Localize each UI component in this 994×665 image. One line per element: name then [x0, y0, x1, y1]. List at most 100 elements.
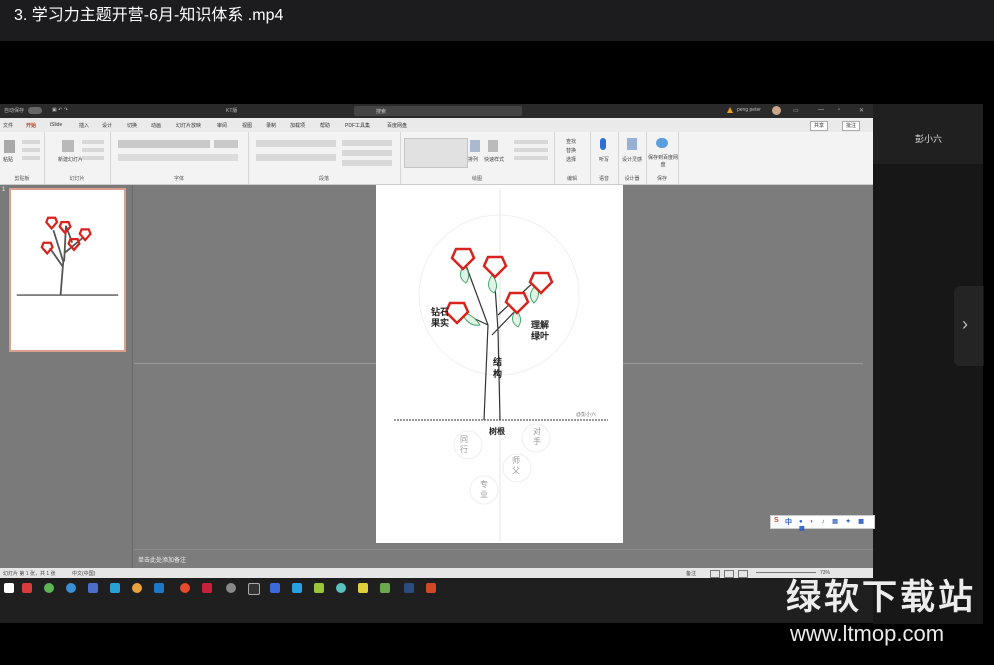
slide-thumbnail-pane: 1 [0, 185, 133, 623]
label-root: 树根 [489, 427, 505, 436]
font-size-box[interactable] [214, 140, 238, 148]
status-bar: 幻灯片 第 1 张，共 1 张 中文(中国) 备注 73% [0, 568, 873, 578]
status-notes-button[interactable]: 备注 [686, 570, 696, 577]
status-slide-count: 幻灯片 第 1 张，共 1 张 [3, 571, 56, 577]
wechat-icon[interactable] [44, 583, 54, 593]
app-icon[interactable] [336, 583, 346, 593]
group-save: 保存到百度网盘 保存 [646, 132, 679, 184]
next-arrow-button[interactable]: › [954, 286, 984, 366]
document-title: KT版 [226, 108, 238, 114]
watermark-brand: 绿软下载站 [786, 578, 977, 617]
ime-toolbar[interactable]: S 中 ● ◐ ♪ ▤ ✦ ▦ ▦ [770, 515, 875, 532]
tab-home[interactable]: 开始 [26, 122, 36, 129]
new-slide-icon[interactable] [62, 140, 74, 152]
share-button[interactable]: 共享 [810, 121, 829, 131]
app-icon[interactable] [202, 583, 212, 593]
tab-transitions[interactable]: 切换 [127, 122, 137, 129]
edge-icon[interactable] [154, 583, 164, 593]
label-structure: 结构 [493, 357, 503, 379]
app-icon[interactable] [110, 583, 120, 593]
app-icon[interactable] [314, 583, 324, 593]
normal-view-icon[interactable] [710, 570, 720, 578]
app-icon[interactable] [380, 583, 390, 593]
maximize-icon[interactable]: ▫ [838, 107, 840, 113]
reading-view-icon[interactable] [738, 570, 748, 578]
tab-islide[interactable]: iSlide [50, 122, 62, 128]
browser-icon[interactable] [66, 583, 76, 593]
slide-canvas[interactable]: 钻石果实 理解绿叶 结构 树根 同行 对手 师父 专业 @彭小六 [376, 185, 623, 543]
autosave-toggle[interactable] [28, 107, 42, 114]
tab-insert[interactable]: 插入 [79, 122, 89, 129]
group-clipboard: 粘贴 剪贴板 [0, 132, 45, 184]
ime-logo: S [774, 517, 779, 524]
signature: @彭小六 [576, 412, 597, 418]
design-ideas-label: 设计灵感 [622, 157, 643, 163]
baidu-cloud-icon[interactable] [656, 138, 668, 148]
ribbon-tabs: 文件 开始 iSlide 插入 设计 切换 动画 幻灯片放映 审阅 视图 录制 … [0, 118, 873, 132]
ime-icons: ● ◐ ♪ ▤ ✦ ▦ ▦ [799, 519, 867, 532]
minimize-icon[interactable]: — [818, 107, 824, 113]
tab-file[interactable]: 文件 [3, 122, 13, 129]
tab-animations[interactable]: 动画 [151, 122, 161, 129]
search-box[interactable]: 搜索 [354, 106, 522, 116]
app-icon[interactable] [88, 583, 98, 593]
chevron-right-icon: › [962, 314, 968, 334]
tab-pdf-tools[interactable]: PDF工具集 [345, 122, 370, 129]
app-icon[interactable] [22, 583, 32, 593]
designer-icon[interactable] [627, 138, 637, 150]
select-label[interactable]: 选择 [566, 156, 576, 163]
group-designer: 设计灵感 设计器 [618, 132, 647, 184]
find-label[interactable]: 查找 [566, 138, 576, 145]
tab-record[interactable]: 录制 [266, 122, 276, 129]
tab-design[interactable]: 设计 [102, 122, 112, 129]
dictate-label: 听写 [599, 157, 610, 163]
arrange-icon[interactable] [470, 140, 480, 152]
video-title-bar: 3. 学习力主题开营-6月-知识体系 .mp4 [0, 0, 994, 41]
comment-button[interactable]: 批注 [842, 121, 861, 131]
app-icon[interactable] [270, 583, 280, 593]
label-peer: 同行 [460, 435, 468, 454]
quick-styles-icon[interactable] [488, 140, 498, 152]
app-icon[interactable] [404, 583, 414, 593]
tab-slideshow[interactable]: 幻灯片放映 [176, 122, 201, 129]
shapes-gallery[interactable] [404, 138, 468, 168]
arrange-label: 排列 [468, 157, 479, 163]
powerpoint-icon[interactable] [426, 583, 436, 593]
tab-help[interactable]: 帮助 [320, 122, 330, 129]
search-placeholder: 搜索 [376, 109, 387, 115]
chrome-icon[interactable] [180, 583, 190, 593]
tab-addins[interactable]: 加载项 [290, 122, 305, 129]
save-icon[interactable]: ▣ ↶ ↷ [52, 107, 68, 113]
new-slide-label: 新建幻灯片 [58, 157, 84, 163]
slide-number: 1 [2, 187, 6, 193]
slide-thumbnail[interactable] [9, 188, 126, 352]
microphone-icon[interactable] [600, 138, 606, 150]
ribbon-display-icon[interactable]: ▭ [793, 107, 799, 114]
tab-view[interactable]: 视图 [242, 122, 252, 129]
tab-review[interactable]: 审阅 [217, 122, 227, 129]
label-expert: 专业 [480, 480, 488, 499]
windows-start-icon[interactable] [4, 583, 14, 593]
ime-mode: 中 [785, 519, 792, 526]
close-icon[interactable]: ✕ [859, 107, 864, 114]
group-drawing: 排列 快速样式 绘图 [400, 132, 555, 184]
font-name-box[interactable] [118, 140, 210, 148]
sorter-view-icon[interactable] [724, 570, 734, 578]
label-understanding-leaf: 理解绿叶 [531, 320, 550, 341]
tab-baidu-netdisk[interactable]: 百度网盘 [387, 122, 407, 129]
replace-label[interactable]: 替换 [566, 147, 576, 154]
app-icon[interactable] [132, 583, 142, 593]
label-mentor: 师父 [512, 456, 520, 475]
app-icon[interactable] [248, 583, 260, 595]
group-font: 字体 [110, 132, 249, 184]
group-paragraph: 段落 [248, 132, 401, 184]
avatar[interactable] [772, 106, 781, 115]
notes-pane[interactable]: 单击此处添加备注 [134, 549, 873, 568]
status-language[interactable]: 中文(中国) [72, 570, 95, 577]
folder-icon[interactable] [358, 583, 368, 593]
thumbnail-tree-drawing [16, 216, 119, 296]
app-icon[interactable] [226, 583, 236, 593]
app-icon[interactable] [292, 583, 302, 593]
group-voice: 听写 语音 [590, 132, 619, 184]
paste-icon[interactable] [4, 140, 15, 153]
